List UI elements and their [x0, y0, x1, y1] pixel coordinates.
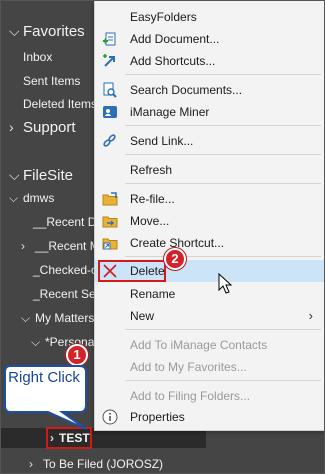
menu-label: Add To iManage Contacts — [130, 338, 268, 352]
refile-folder-icon — [102, 191, 118, 207]
menu-label: Move... — [130, 214, 170, 228]
chevron-right-icon: › — [9, 119, 14, 135]
nav-deleted-items-label: Deleted Items — [23, 97, 98, 111]
info-icon — [102, 409, 118, 425]
nav-checked-out-label: _Checked-o — [33, 263, 98, 277]
menu-item-add-document[interactable]: Add Document... — [95, 28, 324, 50]
nav-item-sent-items[interactable]: Sent Items — [23, 73, 80, 89]
menu-label: Send Link... — [130, 134, 194, 148]
menu-item-add-to-filing-folders[interactable]: Add to Filing Folders... — [95, 385, 324, 407]
nav-checked-out[interactable]: _Checked-o — [33, 262, 98, 278]
menu-label: Rename — [130, 287, 176, 301]
menu-separator — [125, 329, 321, 330]
nav-dmws[interactable]: ⌵ dmws — [9, 190, 54, 206]
menu-label: Refresh — [130, 163, 173, 177]
chevron-down-icon: ⌵ — [31, 335, 41, 349]
nav-filesite[interactable]: ⌵ FileSite — [9, 166, 73, 185]
menu-label: Re-file... — [130, 192, 175, 206]
step-2-badge: 2 — [164, 248, 186, 270]
menu-item-refile[interactable]: Re-file... — [95, 188, 324, 210]
chevron-down-icon: ⌵ — [21, 311, 31, 325]
nav-favorites-label: Favorites — [23, 23, 85, 40]
menu-item-add-to-imanage-contacts[interactable]: Add To iManage Contacts — [95, 334, 324, 356]
chevron-right-icon: › — [29, 457, 33, 471]
nav-item-deleted-items[interactable]: Deleted Items — [23, 96, 97, 112]
nav-personal[interactable]: ⌵ *Personal — [31, 334, 97, 350]
menu-label: EasyFolders — [130, 10, 197, 24]
window-frame: ⌵ Favorites Inbox Sent Items Deleted Item… — [0, 0, 325, 474]
delete-highlight-box — [98, 260, 166, 282]
menu-item-move[interactable]: Move... — [95, 210, 324, 232]
create-shortcut-icon — [102, 235, 118, 251]
nav-dmws-label: dmws — [23, 191, 55, 205]
nav-my-matters-label: My Matters — [35, 311, 95, 325]
chevron-down-icon: ⌵ — [9, 23, 20, 39]
menu-label: Add Document... — [130, 32, 220, 46]
nav-to-be-filed-label: To Be Filed (JOROSZ) — [43, 457, 164, 471]
add-shortcut-icon — [102, 53, 118, 69]
menu-separator — [125, 256, 321, 257]
search-documents-icon — [102, 82, 118, 98]
menu-item-rename[interactable]: Rename — [95, 283, 324, 305]
mouse-cursor-icon — [218, 272, 233, 300]
nav-recent-searches-label: _Recent Sea — [33, 287, 103, 301]
right-click-callout: Right Click — [4, 365, 91, 430]
menu-item-send-link[interactable]: Send Link... — [95, 130, 324, 152]
menu-label: Add to Filing Folders... — [130, 389, 251, 403]
menu-item-refresh[interactable]: Refresh — [95, 159, 324, 181]
menu-label: iManage Miner — [130, 105, 210, 119]
menu-item-imanage-miner[interactable]: iManage Miner — [95, 101, 324, 123]
nav-recent-documents-label: __Recent Do — [33, 215, 104, 229]
menu-label: Add to My Favorites... — [130, 360, 247, 374]
nav-my-matters[interactable]: ⌵ My Matters — [21, 310, 94, 326]
menu-label: Add Shortcuts... — [130, 54, 216, 68]
chevron-down-icon: ⌵ — [9, 167, 20, 183]
menu-item-create-shortcut[interactable]: Create Shortcut... — [95, 232, 324, 254]
menu-item-new[interactable]: New › — [95, 305, 324, 327]
nav-recent-searches[interactable]: _Recent Sea — [33, 286, 102, 302]
nav-filesite-label: FileSite — [23, 167, 74, 184]
step-1-badge: 1 — [66, 344, 88, 366]
menu-item-add-shortcuts[interactable]: Add Shortcuts... — [95, 50, 324, 72]
add-document-icon — [102, 31, 118, 47]
nav-favorites[interactable]: ⌵ Favorites — [9, 22, 85, 41]
submenu-arrow-icon: › — [308, 308, 313, 323]
menu-separator — [125, 183, 321, 184]
menu-separator — [125, 74, 321, 75]
nav-inbox-label: Inbox — [23, 50, 53, 64]
menu-item-search-documents[interactable]: Search Documents... — [95, 79, 324, 101]
move-folder-icon — [102, 213, 118, 229]
chevron-down-icon: ⌵ — [9, 191, 19, 205]
nav-item-inbox[interactable]: Inbox — [23, 49, 52, 65]
context-menu: EasyFolders Add Document... Add Shortcut… — [94, 1, 324, 431]
menu-label: New — [130, 309, 155, 323]
menu-label: Properties — [130, 410, 185, 424]
callout-text: Right Click — [8, 369, 80, 386]
nav-recent-documents[interactable]: __Recent Do — [33, 214, 103, 230]
menu-item-properties[interactable]: Properties — [95, 406, 324, 428]
menu-separator — [125, 154, 321, 155]
imanage-miner-icon — [102, 104, 118, 120]
menu-item-add-to-my-favorites[interactable]: Add to My Favorites... — [95, 356, 324, 378]
nav-sent-items-label: Sent Items — [23, 74, 81, 88]
send-link-icon — [102, 133, 118, 149]
nav-to-be-filed[interactable]: › To Be Filed (JOROSZ) — [29, 456, 163, 472]
menu-separator — [125, 380, 321, 381]
nav-support[interactable]: › Support — [9, 118, 76, 137]
menu-separator — [125, 125, 321, 126]
menu-item-easyfolders[interactable]: EasyFolders — [95, 6, 324, 28]
menu-label: Search Documents... — [130, 83, 243, 97]
nav-support-label: Support — [23, 119, 76, 136]
chevron-right-icon: › — [21, 239, 25, 253]
